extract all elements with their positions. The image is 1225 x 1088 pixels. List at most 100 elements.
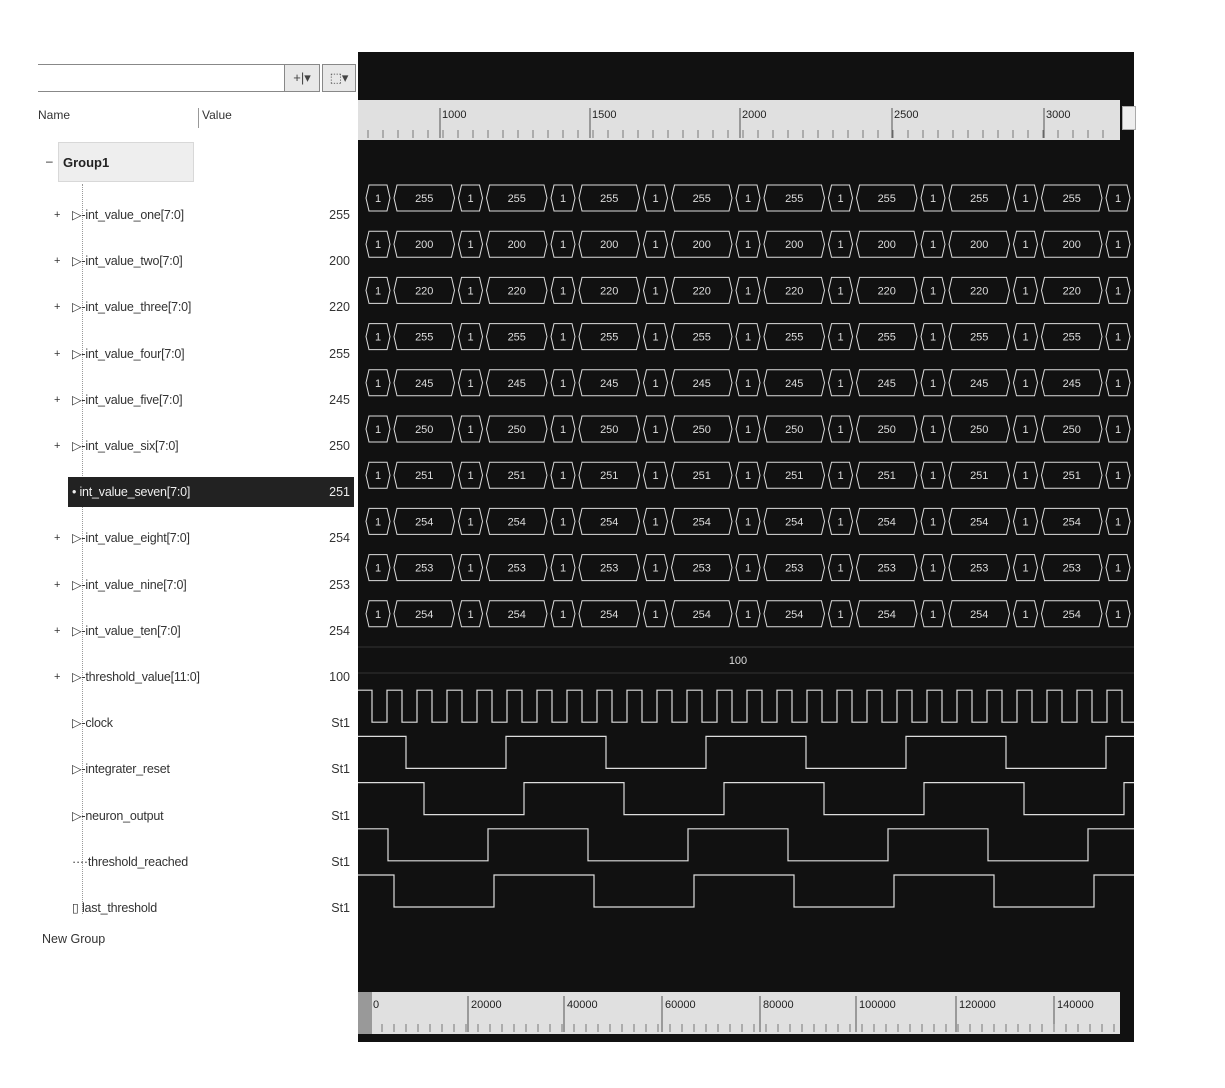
bus-value-label: 1	[467, 332, 473, 344]
bus-value-label: 255	[878, 332, 896, 344]
bus-value-label: 1	[1022, 516, 1028, 528]
name-column-header[interactable]: Name	[38, 108, 70, 122]
expand-icon[interactable]: +	[54, 246, 60, 276]
signal-row[interactable]: • int_value_seven[7:0] 251	[68, 477, 354, 508]
bus-value-label: 255	[878, 193, 896, 205]
bus-value-label: 1	[375, 378, 381, 390]
expand-icon[interactable]: +	[54, 523, 60, 553]
signal-name: • int_value_seven[7:0]	[72, 485, 191, 500]
expand-icon[interactable]: +	[54, 616, 60, 646]
neuron-output-trace	[358, 782, 1134, 816]
signal-row[interactable]: + ▷-int_value_three[7:0] 220	[54, 292, 354, 322]
insert-cursor-button[interactable]: +|▾	[284, 64, 320, 92]
value-column-header[interactable]: Value	[202, 108, 232, 122]
bus-value-label: 200	[785, 239, 803, 251]
bus-value-label: 1	[1115, 470, 1121, 482]
bus-value-label: 200	[878, 239, 896, 251]
signal-value: 200	[329, 254, 350, 269]
bus-value-label: 1	[1115, 193, 1121, 205]
signal-row[interactable]: ▷-clock St1	[54, 708, 354, 738]
bus-value-label: 251	[1063, 470, 1081, 482]
bus-value-label: 1	[1022, 285, 1028, 297]
bus-value-label: 1	[467, 239, 473, 251]
ruler-tick-label: 1500	[592, 109, 616, 121]
bus-value-label: 254	[508, 609, 526, 621]
signal-row[interactable]: + ▷-int_value_ten[7:0] 254	[54, 616, 354, 646]
signal-filter-combo[interactable]: ▾	[38, 64, 318, 92]
waveform-canvas[interactable]: 1000 1500 2000 2500 3000 0 20000 40000 60000 8000…	[358, 52, 1134, 1042]
expand-icon[interactable]: +	[54, 570, 60, 600]
bus-value-label: 253	[693, 563, 711, 575]
signal-row[interactable]: ▷-neuron_output St1	[54, 801, 354, 831]
bus-value-label: 253	[415, 563, 433, 575]
signal-name: ▷-integrater_reset	[72, 762, 170, 777]
bus-value-label: 255	[785, 332, 803, 344]
bus-value-label: 1	[467, 378, 473, 390]
expand-icon[interactable]: +	[54, 200, 60, 230]
bus-value-label: 254	[785, 609, 803, 621]
signal-row[interactable]: + ▷-threshold_value[11:0] 100	[54, 662, 354, 692]
bus-value-label: 245	[600, 378, 618, 390]
bus-value-label: 220	[508, 285, 526, 297]
signal-row[interactable]: ····threshold_reached St1	[54, 847, 354, 877]
signal-name: ····threshold_reached	[72, 854, 188, 869]
bus-value-label: 254	[970, 516, 988, 528]
signal-tree-panel: ▾ +|▾ ⬚▾ Name Value – Group1 + ▷-int_valu…	[38, 50, 356, 960]
bus-value-label: 1	[652, 285, 658, 297]
signal-value: 254	[329, 531, 350, 546]
bus-value-label: 220	[600, 285, 618, 297]
expand-icon[interactable]: +	[54, 339, 60, 369]
bus-value-label: 245	[508, 378, 526, 390]
bus-value-label: 220	[1063, 285, 1081, 297]
signal-name: ▷-int_value_six[7:0]	[72, 439, 179, 453]
bus-value-label: 250	[1063, 424, 1081, 436]
bus-value-label: 1	[375, 563, 381, 575]
expand-icon[interactable]: +	[54, 292, 60, 322]
group-row[interactable]: Group1	[58, 142, 194, 182]
expand-icon[interactable]: +	[54, 662, 60, 692]
bus-value-label: 255	[508, 332, 526, 344]
signal-row[interactable]: ▷-integrater_reset St1	[54, 754, 354, 784]
bus-value-label: 254	[600, 516, 618, 528]
bus-value-label: 245	[785, 378, 803, 390]
signal-row[interactable]: + ▷-int_value_four[7:0] 255	[54, 339, 354, 369]
bus-value-label: 245	[1063, 378, 1081, 390]
signal-row[interactable]: + ▷-int_value_eight[7:0] 254	[54, 523, 354, 553]
bus-value-label: 1	[837, 563, 843, 575]
bus-value-label: 1	[930, 516, 936, 528]
zoom-fit-button[interactable]: ⬚▾	[322, 64, 356, 92]
bus-value-label: 1	[652, 424, 658, 436]
bus-value-label: 245	[970, 378, 988, 390]
bus-value-label: 200	[693, 239, 711, 251]
bus-value-label: 250	[600, 424, 618, 436]
ruler-tick-label: 3000	[1046, 109, 1070, 121]
bus-value-label: 1	[560, 378, 566, 390]
bus-value-label: 255	[508, 193, 526, 205]
signal-name: ▷-int_value_four[7:0]	[72, 346, 185, 361]
group-collapse-icon[interactable]: –	[46, 154, 53, 168]
new-group-item[interactable]: New Group	[42, 932, 105, 946]
bus-value-label: 250	[415, 424, 433, 436]
signal-row[interactable]: + ▷-int_value_six[7:0] 250	[54, 431, 354, 461]
signal-row[interactable]: + ▷-int_value_nine[7:0] 253	[54, 570, 354, 600]
bus-value-label: 1	[652, 516, 658, 528]
bus-value-label: 1	[837, 378, 843, 390]
clock-trace	[358, 689, 1134, 723]
bus-value-label: 254	[878, 516, 896, 528]
signal-name: ▷-int_value_ten[7:0]	[72, 623, 181, 638]
signal-name: ▷-int_value_five[7:0]	[72, 392, 183, 407]
signal-row[interactable]: + ▷-int_value_two[7:0] 200	[54, 246, 354, 276]
ruler-scroll-handle[interactable]	[1122, 106, 1136, 130]
bus-value-label: 1	[467, 470, 473, 482]
expand-icon[interactable]: +	[54, 431, 60, 461]
bus-value-label: 251	[508, 470, 526, 482]
bus-value-label: 255	[970, 332, 988, 344]
expand-icon[interactable]: +	[54, 385, 60, 415]
bus-value-label: 255	[970, 193, 988, 205]
waveform-area[interactable]: 1000 1500 2000 2500 3000 0 20000 40000 60000 8000…	[358, 52, 1134, 1042]
signal-row[interactable]: ▯ last_threshold St1	[54, 893, 354, 923]
signal-row[interactable]: + ▷-int_value_five[7:0] 245	[54, 385, 354, 415]
bus-value-label: 253	[1063, 563, 1081, 575]
signal-name: ▷-int_value_two[7:0]	[72, 254, 183, 269]
signal-row[interactable]: + ▷-int_value_one[7:0] 255	[54, 200, 354, 230]
